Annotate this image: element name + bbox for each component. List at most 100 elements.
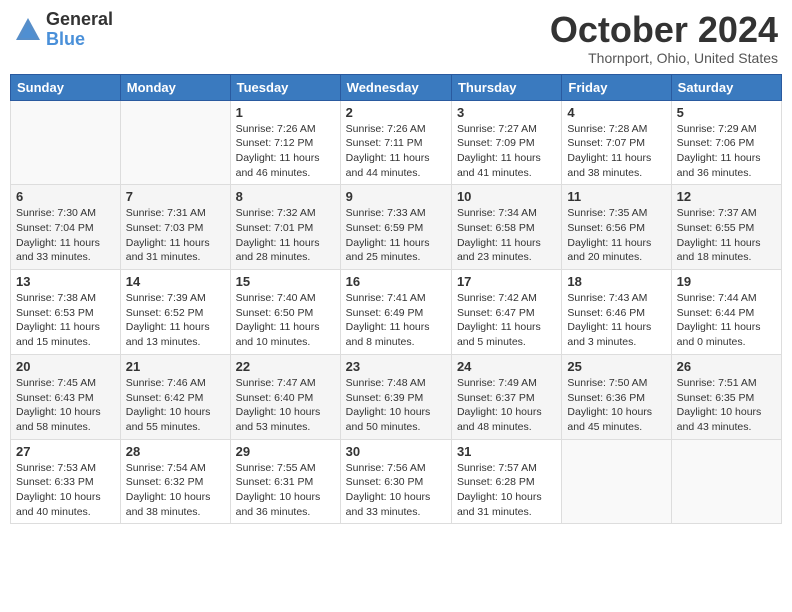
day-info: Sunrise: 7:27 AM Sunset: 7:09 PM Dayligh… [457, 122, 556, 181]
day-number: 29 [236, 444, 335, 459]
calendar-cell: 11 Sunrise: 7:35 AM Sunset: 6:56 PM Dayli… [562, 185, 671, 270]
day-info: Sunrise: 7:29 AM Sunset: 7:06 PM Dayligh… [677, 122, 776, 181]
day-number: 12 [677, 189, 776, 204]
calendar-week-row: 6Sunrise: 7:30 AM Sunset: 7:04 PM Daylig… [11, 185, 782, 270]
day-info: Sunrise: 7:50 AM Sunset: 6:36 PM Dayligh… [567, 376, 665, 435]
day-number: 3 [457, 105, 556, 120]
day-info: Sunrise: 7:46 AM Sunset: 6:42 PM Dayligh… [126, 376, 225, 435]
day-info: Sunrise: 7:57 AM Sunset: 6:28 PM Dayligh… [457, 461, 556, 520]
day-number: 27 [16, 444, 115, 459]
calendar-cell: 25 Sunrise: 7:50 AM Sunset: 6:36 PM Dayli… [562, 354, 671, 439]
calendar-cell: 12Sunrise: 7:37 AM Sunset: 6:55 PM Dayli… [671, 185, 781, 270]
calendar-cell: 7 Sunrise: 7:31 AM Sunset: 7:03 PM Daylig… [120, 185, 230, 270]
calendar-week-row: 1 Sunrise: 7:26 AM Sunset: 7:12 PM Daylig… [11, 100, 782, 185]
column-header-tuesday: Tuesday [230, 74, 340, 100]
calendar-cell: 21 Sunrise: 7:46 AM Sunset: 6:42 PM Dayli… [120, 354, 230, 439]
day-number: 24 [457, 359, 556, 374]
calendar-cell: 23 Sunrise: 7:48 AM Sunset: 6:39 PM Dayli… [340, 354, 451, 439]
day-number: 11 [567, 189, 665, 204]
day-number: 22 [236, 359, 335, 374]
logo: General Blue [14, 10, 113, 50]
calendar-cell: 18Sunrise: 7:43 AM Sunset: 6:46 PM Dayli… [562, 270, 671, 355]
day-number: 25 [567, 359, 665, 374]
day-info: Sunrise: 7:26 AM Sunset: 7:12 PM Dayligh… [236, 122, 335, 181]
calendar-cell: 9 Sunrise: 7:33 AM Sunset: 6:59 PM Daylig… [340, 185, 451, 270]
day-info: Sunrise: 7:55 AM Sunset: 6:31 PM Dayligh… [236, 461, 335, 520]
day-number: 21 [126, 359, 225, 374]
day-info: Sunrise: 7:35 AM Sunset: 6:56 PM Dayligh… [567, 206, 665, 265]
calendar-cell [120, 100, 230, 185]
calendar-cell [11, 100, 121, 185]
calendar-cell: 17 Sunrise: 7:42 AM Sunset: 6:47 PM Dayli… [451, 270, 561, 355]
column-header-thursday: Thursday [451, 74, 561, 100]
calendar-cell: 16 Sunrise: 7:41 AM Sunset: 6:49 PM Dayli… [340, 270, 451, 355]
day-number: 9 [346, 189, 446, 204]
day-number: 16 [346, 274, 446, 289]
day-number: 30 [346, 444, 446, 459]
day-info: Sunrise: 7:38 AM Sunset: 6:53 PM Dayligh… [16, 291, 115, 350]
day-number: 19 [677, 274, 776, 289]
page-header: General Blue October 2024 Thornport, Ohi… [10, 10, 782, 66]
day-info: Sunrise: 7:51 AM Sunset: 6:35 PM Dayligh… [677, 376, 776, 435]
location-text: Thornport, Ohio, United States [550, 50, 778, 66]
calendar-cell: 15 Sunrise: 7:40 AM Sunset: 6:50 PM Dayli… [230, 270, 340, 355]
day-number: 23 [346, 359, 446, 374]
day-info: Sunrise: 7:26 AM Sunset: 7:11 PM Dayligh… [346, 122, 446, 181]
day-info: Sunrise: 7:42 AM Sunset: 6:47 PM Dayligh… [457, 291, 556, 350]
logo-blue-text: Blue [46, 30, 113, 50]
calendar-cell: 10Sunrise: 7:34 AM Sunset: 6:58 PM Dayli… [451, 185, 561, 270]
day-number: 6 [16, 189, 115, 204]
day-info: Sunrise: 7:54 AM Sunset: 6:32 PM Dayligh… [126, 461, 225, 520]
day-number: 4 [567, 105, 665, 120]
logo-icon [14, 16, 42, 44]
calendar-cell: 31 Sunrise: 7:57 AM Sunset: 6:28 PM Dayli… [451, 439, 561, 524]
calendar-cell [562, 439, 671, 524]
day-info: Sunrise: 7:53 AM Sunset: 6:33 PM Dayligh… [16, 461, 115, 520]
day-number: 5 [677, 105, 776, 120]
day-info: Sunrise: 7:41 AM Sunset: 6:49 PM Dayligh… [346, 291, 446, 350]
day-number: 17 [457, 274, 556, 289]
column-header-wednesday: Wednesday [340, 74, 451, 100]
calendar-week-row: 13 Sunrise: 7:38 AM Sunset: 6:53 PM Dayli… [11, 270, 782, 355]
calendar-cell: 28 Sunrise: 7:54 AM Sunset: 6:32 PM Dayli… [120, 439, 230, 524]
day-number: 10 [457, 189, 556, 204]
day-info: Sunrise: 7:28 AM Sunset: 7:07 PM Dayligh… [567, 122, 665, 181]
calendar-cell: 14 Sunrise: 7:39 AM Sunset: 6:52 PM Dayli… [120, 270, 230, 355]
calendar-cell: 13 Sunrise: 7:38 AM Sunset: 6:53 PM Dayli… [11, 270, 121, 355]
day-info: Sunrise: 7:31 AM Sunset: 7:03 PM Dayligh… [126, 206, 225, 265]
day-info: Sunrise: 7:56 AM Sunset: 6:30 PM Dayligh… [346, 461, 446, 520]
month-title: October 2024 [550, 10, 778, 50]
calendar-week-row: 20Sunrise: 7:45 AM Sunset: 6:43 PM Dayli… [11, 354, 782, 439]
day-number: 31 [457, 444, 556, 459]
calendar-cell: 26Sunrise: 7:51 AM Sunset: 6:35 PM Dayli… [671, 354, 781, 439]
day-number: 20 [16, 359, 115, 374]
day-info: Sunrise: 7:33 AM Sunset: 6:59 PM Dayligh… [346, 206, 446, 265]
day-info: Sunrise: 7:39 AM Sunset: 6:52 PM Dayligh… [126, 291, 225, 350]
calendar-cell: 27 Sunrise: 7:53 AM Sunset: 6:33 PM Dayli… [11, 439, 121, 524]
logo-text: General Blue [46, 10, 113, 50]
day-number: 13 [16, 274, 115, 289]
day-number: 15 [236, 274, 335, 289]
calendar-cell: 6Sunrise: 7:30 AM Sunset: 7:04 PM Daylig… [11, 185, 121, 270]
day-number: 28 [126, 444, 225, 459]
day-info: Sunrise: 7:49 AM Sunset: 6:37 PM Dayligh… [457, 376, 556, 435]
day-number: 1 [236, 105, 335, 120]
column-header-friday: Friday [562, 74, 671, 100]
day-info: Sunrise: 7:40 AM Sunset: 6:50 PM Dayligh… [236, 291, 335, 350]
calendar-cell: 24 Sunrise: 7:49 AM Sunset: 6:37 PM Dayli… [451, 354, 561, 439]
day-number: 14 [126, 274, 225, 289]
calendar-cell: 4 Sunrise: 7:28 AM Sunset: 7:07 PM Daylig… [562, 100, 671, 185]
calendar-cell [671, 439, 781, 524]
calendar-cell: 5 Sunrise: 7:29 AM Sunset: 7:06 PM Daylig… [671, 100, 781, 185]
calendar-cell: 1 Sunrise: 7:26 AM Sunset: 7:12 PM Daylig… [230, 100, 340, 185]
calendar-cell: 8Sunrise: 7:32 AM Sunset: 7:01 PM Daylig… [230, 185, 340, 270]
day-info: Sunrise: 7:48 AM Sunset: 6:39 PM Dayligh… [346, 376, 446, 435]
day-info: Sunrise: 7:44 AM Sunset: 6:44 PM Dayligh… [677, 291, 776, 350]
column-header-saturday: Saturday [671, 74, 781, 100]
calendar-cell: 3 Sunrise: 7:27 AM Sunset: 7:09 PM Daylig… [451, 100, 561, 185]
day-number: 2 [346, 105, 446, 120]
calendar-cell: 22Sunrise: 7:47 AM Sunset: 6:40 PM Dayli… [230, 354, 340, 439]
day-number: 7 [126, 189, 225, 204]
calendar-table: SundayMondayTuesdayWednesdayThursdayFrid… [10, 74, 782, 525]
day-number: 8 [236, 189, 335, 204]
